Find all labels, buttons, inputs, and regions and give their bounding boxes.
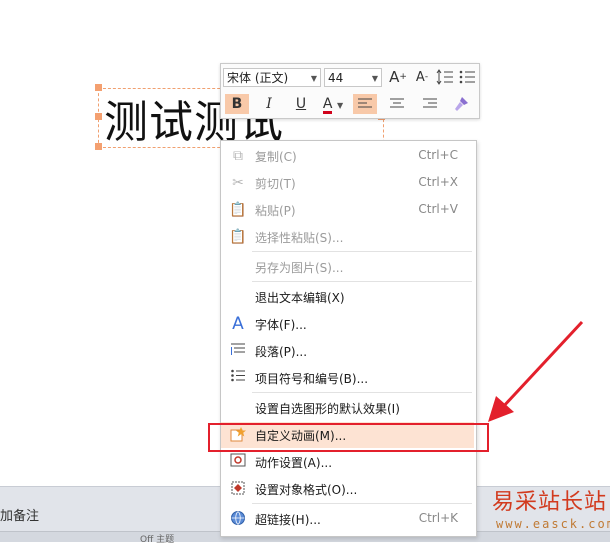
annotation-arrow-icon <box>488 320 584 422</box>
font-icon: A <box>232 314 244 334</box>
menu-item-label: 设置对象格式(O)... <box>255 483 358 497</box>
menu-item-paste[interactable]: 📋 粘贴(P) Ctrl+V <box>221 197 474 223</box>
menu-item-paste-special[interactable]: 📋 选择性粘贴(S)... <box>221 224 474 250</box>
minus-icon: - <box>424 72 429 82</box>
menu-item-label: 另存为图片(S)... <box>255 261 344 275</box>
menu-item-shortcut: Ctrl+V <box>418 202 458 216</box>
status-bar-text: Off 主题 <box>140 535 175 545</box>
menu-separator <box>252 281 472 282</box>
align-center-button[interactable] <box>385 94 409 114</box>
italic-button[interactable]: I <box>257 94 281 114</box>
list-icon <box>459 70 475 84</box>
list-button[interactable] <box>455 67 479 87</box>
action-settings-icon <box>229 453 247 471</box>
menu-item-format-object[interactable]: 设置对象格式(O)... <box>221 476 474 502</box>
menu-item-label: 设置自选图形的默认效果(I) <box>255 402 400 416</box>
line-spacing-icon <box>436 69 453 85</box>
menu-item-exit-text-edit[interactable]: 退出文本编辑(X) <box>221 284 474 310</box>
resize-handle-left[interactable] <box>95 113 102 120</box>
format-painter-icon <box>455 97 468 111</box>
shrink-font-icon: A <box>415 70 425 85</box>
font-color-button[interactable]: A ▼ <box>318 94 348 114</box>
menu-item-cut[interactable]: ✂ 剪切(T) Ctrl+X <box>221 170 474 196</box>
format-painter-button[interactable] <box>449 94 473 114</box>
menu-separator <box>252 251 472 252</box>
menu-item-label: 选择性粘贴(S)... <box>255 231 344 245</box>
menu-item-paragraph[interactable]: 段落(P)... <box>221 338 474 364</box>
font-name-value: 宋体 (正文) <box>227 71 289 85</box>
menu-item-shortcut: Ctrl+C <box>418 148 458 162</box>
chevron-down-icon: ▼ <box>371 74 378 83</box>
menu-item-label: 动作设置(A)... <box>255 456 333 470</box>
menu-item-label: 字体(F)... <box>255 318 307 332</box>
chevron-down-icon: ▼ <box>310 74 317 83</box>
menu-separator <box>252 503 472 504</box>
font-color-icon: A <box>322 96 333 114</box>
font-size-value: 44 <box>328 71 344 85</box>
bullet-list-icon <box>229 369 247 387</box>
underline-button[interactable]: U <box>289 94 313 114</box>
menu-item-action-settings[interactable]: 动作设置(A)... <box>221 449 474 475</box>
align-left-button[interactable] <box>353 94 377 114</box>
menu-item-label: 超链接(H)... <box>255 513 321 527</box>
menu-item-shortcut: Ctrl+K <box>418 511 458 525</box>
format-object-icon <box>229 480 247 498</box>
font-size-select[interactable]: 44 ▼ <box>324 68 382 87</box>
align-right-icon <box>423 98 437 108</box>
menu-item-label: 复制(C) <box>255 150 297 164</box>
bold-button[interactable]: B <box>225 94 249 114</box>
scissors-icon: ✂ <box>232 175 244 191</box>
line-spacing-button[interactable] <box>433 67 457 87</box>
menu-item-label: 段落(P)... <box>255 345 308 359</box>
menu-item-save-as-picture[interactable]: 另存为图片(S)... <box>221 254 474 280</box>
shrink-font-button[interactable]: A- <box>410 67 434 87</box>
clipboard-icon: 📋 <box>229 202 247 218</box>
menu-separator <box>252 392 472 393</box>
plus-icon: + <box>399 72 407 82</box>
menu-item-copy[interactable]: ⧉ 复制(C) Ctrl+C <box>221 143 474 169</box>
notes-label[interactable]: 加备注 <box>0 505 39 524</box>
align-left-icon <box>358 98 372 108</box>
align-center-icon <box>390 98 404 108</box>
menu-item-hyperlink[interactable]: 超链接(H)... Ctrl+K <box>221 506 474 532</box>
chevron-down-icon: ▼ <box>336 101 344 110</box>
menu-item-bullets[interactable]: 项目符号和编号(B)... <box>221 365 474 391</box>
menu-item-label: 项目符号和编号(B)... <box>255 372 369 386</box>
annotation-highlight-box <box>208 423 489 452</box>
menu-item-font[interactable]: A 字体(F)... <box>221 311 474 337</box>
menu-item-shortcut: Ctrl+X <box>418 175 458 189</box>
clipboard-special-icon: 📋 <box>229 229 247 245</box>
watermark-url: www.easck.com <box>496 517 610 531</box>
menu-item-label: 剪切(T) <box>255 177 296 191</box>
copy-icon: ⧉ <box>233 148 243 164</box>
menu-item-label: 退出文本编辑(X) <box>255 291 345 305</box>
menu-item-label: 粘贴(P) <box>255 204 296 218</box>
paragraph-icon <box>229 342 247 360</box>
hyperlink-globe-icon <box>229 510 247 528</box>
grow-font-icon: A <box>389 68 400 86</box>
grow-font-button[interactable]: A+ <box>386 67 410 87</box>
align-right-button[interactable] <box>418 94 442 114</box>
watermark-logo: 易采站长站 <box>492 490 608 515</box>
font-name-select[interactable]: 宋体 (正文) ▼ <box>223 68 321 87</box>
resize-handle-top-left[interactable] <box>95 84 102 91</box>
resize-handle-bottom-left[interactable] <box>95 143 102 150</box>
menu-item-default-shape-effect[interactable]: 设置自选图形的默认效果(I) <box>221 395 474 421</box>
